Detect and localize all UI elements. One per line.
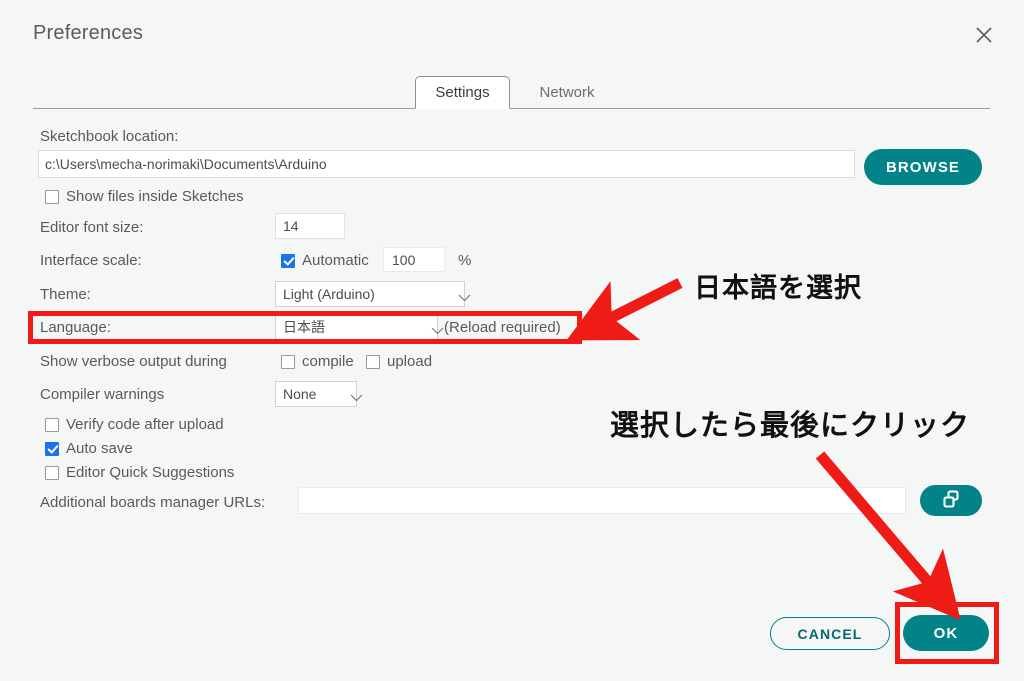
- theme-select-value: Light (Arduino): [283, 286, 375, 302]
- interface-scale-label: Interface scale:: [40, 252, 142, 269]
- open-window-icon: [941, 489, 962, 513]
- tab-underline: [33, 108, 990, 109]
- automatic-label: Automatic: [302, 252, 369, 269]
- close-icon[interactable]: [971, 22, 997, 48]
- language-label: Language:: [40, 319, 111, 336]
- show-files-inside-sketches-checkbox[interactable]: Show files inside Sketches: [45, 188, 244, 205]
- tab-bar: Settings Network: [33, 76, 990, 109]
- cancel-button[interactable]: CANCEL: [770, 617, 890, 650]
- compiler-warnings-value: None: [283, 386, 317, 402]
- percent-sign: %: [458, 252, 472, 269]
- tab-network-label: Network: [539, 84, 595, 101]
- checkbox-box[interactable]: [45, 417, 59, 432]
- page-title: Preferences: [33, 22, 144, 44]
- compiler-warnings-label: Compiler warnings: [40, 386, 165, 403]
- show-files-label: Show files inside Sketches: [66, 188, 244, 205]
- sketchbook-location-label: Sketchbook location:: [40, 128, 179, 145]
- editor-font-size-label: Editor font size:: [40, 219, 144, 236]
- automatic-scale-checkbox[interactable]: Automatic: [281, 252, 369, 269]
- checkbox-box[interactable]: [281, 354, 295, 369]
- verify-label: Verify code after upload: [66, 416, 224, 433]
- checkbox-box[interactable]: [45, 465, 59, 480]
- autosave-label: Auto save: [66, 440, 133, 457]
- verbose-output-label: Show verbose output during: [40, 353, 227, 370]
- upload-label: upload: [387, 353, 433, 370]
- theme-select[interactable]: Light (Arduino): [275, 281, 471, 307]
- checkbox-box[interactable]: [45, 441, 59, 456]
- tab-settings-label: Settings: [435, 84, 490, 101]
- additional-boards-urls-input[interactable]: [298, 487, 906, 514]
- checkbox-box[interactable]: [366, 354, 380, 369]
- ok-button[interactable]: OK: [903, 615, 989, 651]
- interface-scale-input[interactable]: 100: [383, 247, 445, 272]
- reload-required-note: (Reload required): [444, 319, 561, 336]
- theme-label: Theme:: [40, 286, 91, 303]
- checkbox-box[interactable]: [281, 253, 295, 268]
- tab-network[interactable]: Network: [522, 76, 612, 109]
- checkbox-box[interactable]: [45, 189, 59, 204]
- compile-label: compile: [302, 353, 354, 370]
- language-select-value: 日本語: [283, 319, 325, 335]
- editor-quick-suggestions-checkbox[interactable]: Editor Quick Suggestions: [45, 464, 234, 481]
- quick-suggestions-label: Editor Quick Suggestions: [66, 464, 235, 481]
- tab-settings[interactable]: Settings: [415, 76, 510, 109]
- preferences-dialog: Preferences Settings Network Sketchbook …: [0, 0, 1024, 681]
- additional-boards-urls-label: Additional boards manager URLs:: [40, 494, 266, 511]
- verify-code-after-upload-checkbox[interactable]: Verify code after upload: [45, 416, 224, 433]
- language-select[interactable]: 日本語: [275, 314, 444, 340]
- editor-font-size-input[interactable]: 14: [275, 213, 345, 239]
- verbose-upload-checkbox[interactable]: upload: [366, 353, 432, 370]
- open-window-icon-button[interactable]: [920, 485, 982, 516]
- sketchbook-path-input[interactable]: c:\Users\mecha-norimaki\Documents\Arduin…: [38, 150, 855, 178]
- auto-save-checkbox[interactable]: Auto save: [45, 440, 133, 457]
- verbose-compile-checkbox[interactable]: compile: [281, 353, 354, 370]
- browse-button[interactable]: BROWSE: [864, 149, 982, 185]
- compiler-warnings-select[interactable]: None: [275, 381, 363, 407]
